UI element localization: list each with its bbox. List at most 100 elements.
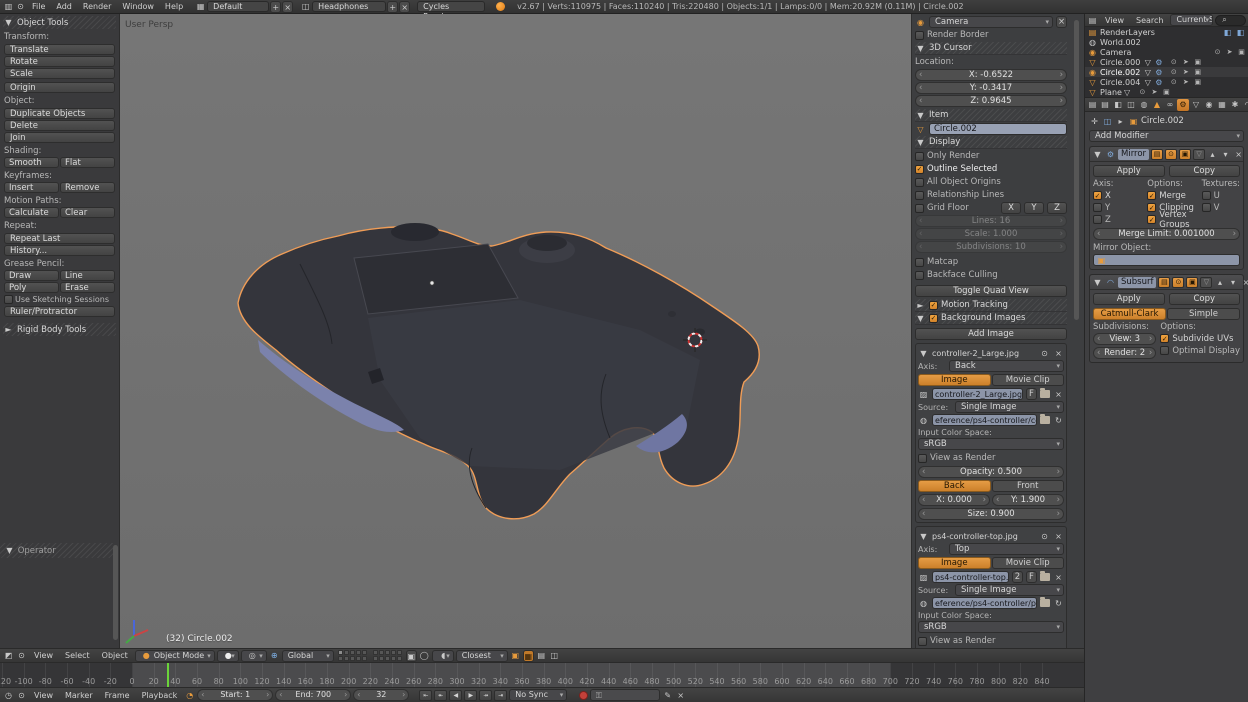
tab-world-icon[interactable]: ◍ <box>1138 99 1150 111</box>
clear-button[interactable]: Clear <box>60 207 115 218</box>
front-toggle[interactable]: Front <box>992 480 1065 492</box>
layer-cell[interactable] <box>338 656 343 661</box>
apply-button[interactable]: Apply <box>1093 165 1165 177</box>
fake-user-button[interactable]: F <box>1026 571 1037 583</box>
tab-render-layers-icon[interactable]: ◧ <box>1112 99 1124 111</box>
modifier-cage-toggle[interactable]: ▽ <box>1193 149 1205 160</box>
delete-keyframe-icon[interactable]: × <box>675 690 686 701</box>
render-toggle-icon[interactable]: ▣ <box>1193 58 1202 66</box>
rigid-body-tools-panel-header[interactable]: ► Rigid Body Tools <box>3 323 116 336</box>
editor-type-properties-icon[interactable]: ▤ <box>1087 99 1098 110</box>
proportional-edit-icon[interactable]: ◯ <box>419 650 430 661</box>
play-button[interactable]: ▶ <box>464 690 477 701</box>
delete-modifier-icon[interactable]: × <box>1240 277 1248 288</box>
reload-icon[interactable]: ↻ <box>1053 598 1064 609</box>
browse-file-icon[interactable] <box>1040 416 1050 424</box>
header-menu-icon[interactable]: ⊙ <box>16 690 27 701</box>
motion-tracking-panel-header[interactable]: ► ✓ Motion Tracking <box>915 299 1067 312</box>
eye-icon[interactable]: ⊙ <box>1039 531 1050 542</box>
flat-button[interactable]: Flat <box>60 157 115 168</box>
move-up-icon[interactable]: ▴ <box>1207 149 1218 160</box>
grid-x-toggle[interactable]: X <box>1001 202 1021 214</box>
colorspace-select[interactable]: sRGB <box>918 621 1064 633</box>
hide-toggle-eye-icon[interactable]: ⊙ <box>1213 48 1222 56</box>
eye-icon[interactable]: ⊙ <box>1039 348 1050 359</box>
editor-type-3dview-icon[interactable]: ◩ <box>3 650 14 661</box>
layer-cell[interactable] <box>356 656 361 661</box>
modifier-editmode-toggle[interactable]: ▣ <box>1186 277 1198 288</box>
screen-layout-select[interactable]: Default <box>207 1 269 12</box>
merge-limit-field[interactable]: Merge Limit: 0.001000 <box>1093 228 1240 240</box>
object-tools-panel-header[interactable]: ▼ Object Tools <box>3 16 116 29</box>
layer-cell[interactable] <box>362 656 367 661</box>
colorspace-select[interactable]: sRGB <box>918 438 1064 450</box>
outliner-item-world[interactable]: ◍ World.002 <box>1085 37 1248 47</box>
local-camera-field[interactable]: Camera <box>929 16 1053 28</box>
render-subdivisions-field[interactable]: Render: 2 <box>1093 347 1156 359</box>
cursor-x-field[interactable]: X: -0.6522 <box>915 69 1067 81</box>
selectability-toggle-icon[interactable]: ➤ <box>1225 48 1234 56</box>
scene-select[interactable]: Headphones <box>312 1 386 12</box>
image-datablock-icon[interactable]: ▨ <box>918 389 929 400</box>
render-engine-select[interactable]: Cycles Render <box>417 1 485 12</box>
layer-cell[interactable] <box>350 656 355 661</box>
menu-window[interactable]: Window <box>117 2 159 11</box>
manipulator-axis-icon[interactable]: ⊕ <box>269 650 280 661</box>
timeline-menu-view[interactable]: View <box>29 691 58 700</box>
grid-subdivisions-field[interactable]: Subdivisions: 10 <box>915 241 1067 253</box>
layer-cell[interactable] <box>350 650 355 655</box>
modifier-editmode-toggle[interactable]: ▣ <box>1179 149 1191 160</box>
snap-target-icon[interactable]: ▣ <box>510 650 521 661</box>
editor-type-outliner-icon[interactable]: ▤ <box>1087 15 1098 26</box>
jump-to-end-button[interactable]: ⇥ <box>494 690 507 701</box>
offset-y-field[interactable]: Y: 1.900 <box>992 494 1064 506</box>
sync-mode-select[interactable]: No Sync <box>509 689 567 701</box>
reload-icon[interactable]: ↻ <box>1053 415 1064 426</box>
layers-grid-1[interactable] <box>338 650 367 661</box>
modifier-name-field[interactable]: Mirror <box>1118 149 1149 160</box>
users-count-button[interactable]: 2 <box>1012 571 1023 583</box>
clear-camera-button[interactable]: × <box>1056 16 1067 28</box>
renderlayer-icon[interactable]: ◧ <box>1235 27 1246 38</box>
unlink-icon[interactable]: × <box>1053 389 1064 400</box>
simple-toggle[interactable]: Simple <box>1167 308 1240 320</box>
display-panel-header[interactable]: ▼ Display <box>915 136 1067 149</box>
gp-poly-button[interactable]: Poly <box>4 282 59 293</box>
timeline-menu-marker[interactable]: Marker <box>60 691 98 700</box>
mirror-modifier-header[interactable]: ▼ ⚙ Mirror ▤ ⊙ ▣ ▽ ▴ ▾ × <box>1090 147 1243 162</box>
sketching-sessions-checkbox[interactable]: ✓ <box>4 295 13 304</box>
layer-cell[interactable] <box>385 656 390 661</box>
layer-cell[interactable] <box>356 650 361 655</box>
modifier-render-toggle[interactable]: ▤ <box>1151 149 1163 160</box>
snap-toggle[interactable]: ◖ <box>432 650 454 662</box>
jump-to-start-button[interactable]: ⇤ <box>419 690 432 701</box>
outliner-item-circle004[interactable]: ▽ Circle.004 ▽ ⚙ ⊙ ➤ ▣ <box>1085 77 1248 87</box>
cursor-panel-header[interactable]: ▼ 3D Cursor <box>915 42 1067 55</box>
grid-scale-field[interactable]: Scale: 1.000 <box>915 228 1067 240</box>
vertex-groups-checkbox[interactable]: ✓ <box>1147 215 1156 224</box>
subdivide-uvs-checkbox[interactable]: ✓ <box>1160 334 1169 343</box>
keying-set-field[interactable]: ⚿ <box>590 689 660 701</box>
current-frame-playhead[interactable] <box>167 663 169 687</box>
close-icon[interactable]: × <box>1053 531 1064 542</box>
back-toggle[interactable]: Back <box>918 480 991 492</box>
add-image-button[interactable]: Add Image <box>915 328 1067 340</box>
outliner-menu-search[interactable]: Search <box>1131 16 1168 25</box>
background-images-checkbox[interactable]: ✓ <box>929 314 938 323</box>
tab-material-icon[interactable]: ◉ <box>1203 99 1215 111</box>
layers-grid-2[interactable] <box>373 650 402 661</box>
open-file-icon[interactable] <box>1040 390 1050 398</box>
layer-cell[interactable] <box>391 650 396 655</box>
mode-select[interactable]: ● Object Mode <box>135 650 215 662</box>
size-field[interactable]: Size: 0.900 <box>918 508 1064 520</box>
move-down-icon[interactable]: ▾ <box>1227 277 1238 288</box>
lock-layers-icon[interactable]: ▣ <box>406 650 417 662</box>
delete-modifier-icon[interactable]: × <box>1233 149 1244 160</box>
editor-type-info-icon[interactable]: ▥ <box>3 1 14 12</box>
hide-toggle-eye-icon[interactable]: ⊙ <box>1169 58 1178 66</box>
render-toggle-icon[interactable]: ▣ <box>1193 78 1202 86</box>
grid-y-toggle[interactable]: Y <box>1024 202 1044 214</box>
render-toggle-icon[interactable]: ▣ <box>1162 88 1171 96</box>
timeline-menu-frame[interactable]: Frame <box>100 691 135 700</box>
timeline-menu-playback[interactable]: Playback <box>137 691 183 700</box>
